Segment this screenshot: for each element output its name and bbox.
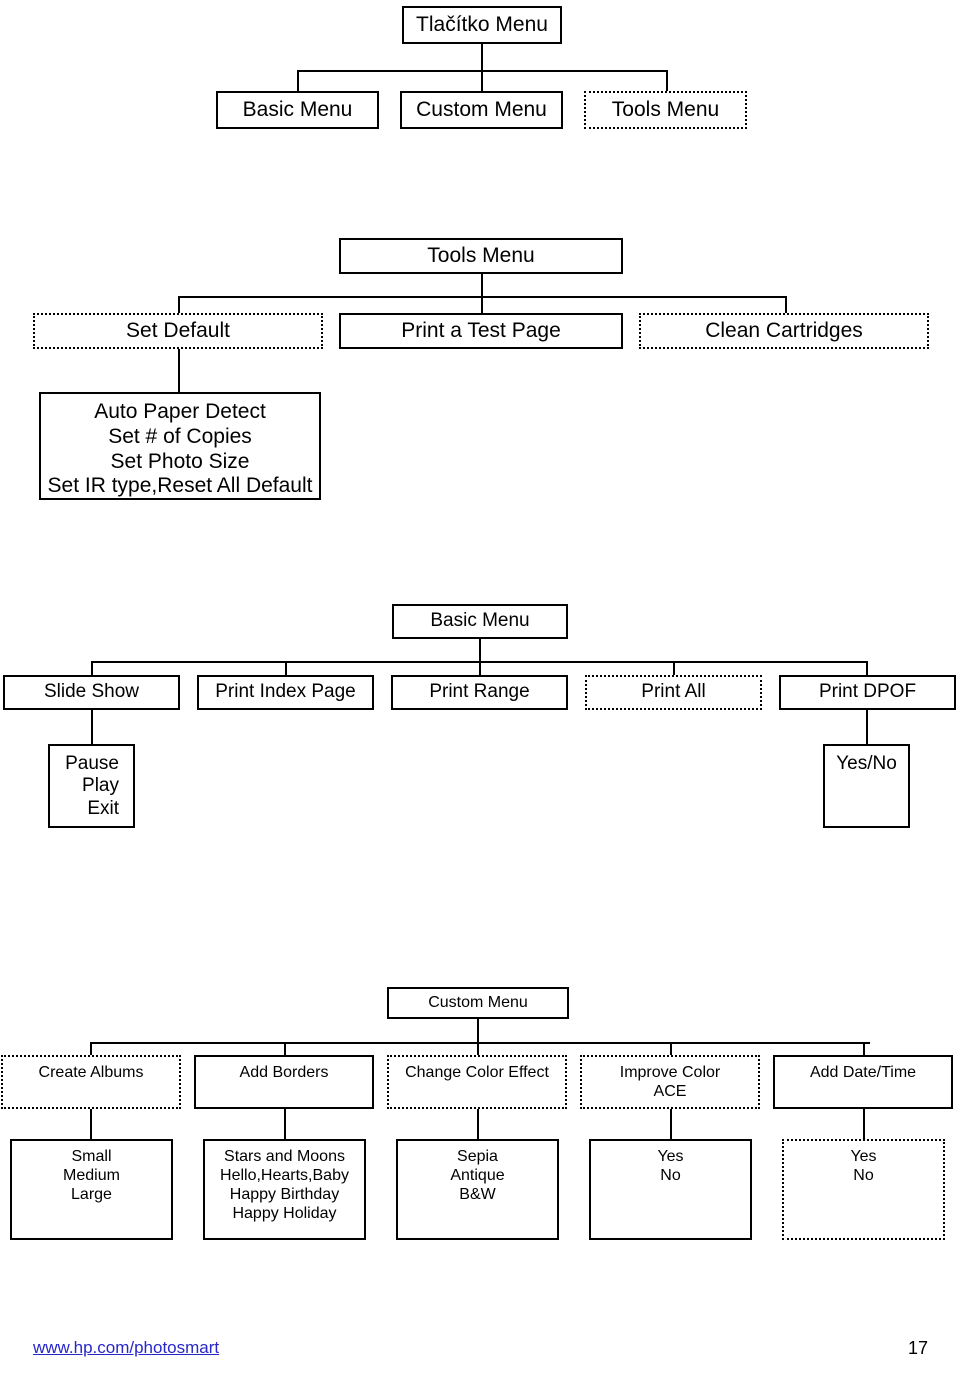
node-add-borders: Add Borders — [194, 1055, 374, 1109]
connector-addborders-down — [284, 1109, 286, 1139]
footer-page-number: 17 — [907, 1338, 928, 1358]
connector-basic-drop-5 — [866, 661, 868, 676]
node-improve-color-ace: Improve Color ACE — [580, 1055, 760, 1109]
node-tools-menu-top: Tools Menu — [584, 91, 747, 129]
node-custom-menu-top: Custom Menu — [400, 91, 563, 129]
connector-basic-down — [479, 639, 481, 661]
node-basic-menu-top: Basic Menu — [216, 91, 379, 129]
connector-custom-drop-4 — [670, 1042, 672, 1056]
node-slide-show-options: Pause Play Exit — [48, 744, 135, 828]
connector-top-right-drop — [666, 70, 668, 92]
connector-tools-down — [481, 274, 483, 296]
node-color-effect-options: Sepia Antique B&W — [396, 1139, 559, 1240]
node-custom-menu-header: Custom Menu — [387, 987, 569, 1019]
node-print-range: Print Range — [391, 675, 568, 710]
connector-title-down — [481, 44, 483, 70]
footer-website-link[interactable]: www.hp.com/photosmart — [33, 1338, 219, 1358]
connector-custom-bus — [90, 1042, 870, 1044]
node-change-color-effect: Change Color Effect — [387, 1055, 567, 1109]
node-album-size-options: Small Medium Large — [10, 1139, 173, 1240]
connector-dpof-down — [866, 710, 868, 744]
node-print-all: Print All — [585, 675, 762, 710]
node-set-default-options: Auto Paper Detect Set # of Copies Set Ph… — [39, 392, 321, 500]
connector-tools-left-drop — [178, 296, 180, 314]
connector-basic-drop-2 — [285, 661, 287, 676]
node-print-a-test-page: Print a Test Page — [339, 313, 623, 349]
node-create-albums: Create Albums — [1, 1055, 181, 1109]
node-date-time-options: Yes No — [782, 1139, 945, 1240]
node-clean-cartridges: Clean Cartridges — [639, 313, 929, 349]
node-add-date-time: Add Date/Time — [773, 1055, 953, 1109]
node-tools-menu-header: Tools Menu — [339, 238, 623, 274]
diagram-page: Tlačítko Menu Basic Menu Custom Menu Too… — [0, 0, 960, 1373]
node-basic-menu-header: Basic Menu — [392, 604, 568, 639]
node-dpof-options: Yes/No — [823, 744, 910, 828]
connector-slideshow-down — [91, 710, 93, 744]
page-footer: www.hp.com/photosmart 17 — [0, 1338, 960, 1368]
connector-custom-drop-2 — [284, 1042, 286, 1056]
connector-tools-mid-drop — [481, 296, 483, 314]
connector-top-left-drop — [297, 70, 299, 92]
node-set-default: Set Default — [33, 313, 323, 349]
connector-top-mid-drop — [481, 70, 483, 92]
connector-changecolor-down — [477, 1109, 479, 1139]
node-print-dpof: Print DPOF — [779, 675, 956, 710]
node-tlacitko-menu: Tlačítko Menu — [402, 6, 562, 44]
connector-createalbums-down — [90, 1109, 92, 1139]
node-print-index-page: Print Index Page — [197, 675, 374, 710]
connector-adddatetime-down — [863, 1109, 865, 1139]
connector-tools-right-drop — [785, 296, 787, 314]
connector-basic-drop-1 — [91, 661, 93, 676]
node-improve-color-options: Yes No — [589, 1139, 752, 1240]
connector-basic-drop-3 — [479, 661, 481, 676]
node-border-style-options: Stars and Moons Hello,Hearts,Baby Happy … — [203, 1139, 366, 1240]
connector-setdefault-down — [178, 349, 180, 393]
connector-improvecolor-down — [670, 1109, 672, 1139]
connector-basic-drop-4 — [673, 661, 675, 676]
connector-custom-drop-5 — [863, 1042, 865, 1056]
connector-custom-drop-1 — [90, 1042, 92, 1056]
node-slide-show: Slide Show — [3, 675, 180, 710]
connector-custom-down — [477, 1019, 479, 1042]
connector-custom-drop-3 — [477, 1042, 479, 1056]
